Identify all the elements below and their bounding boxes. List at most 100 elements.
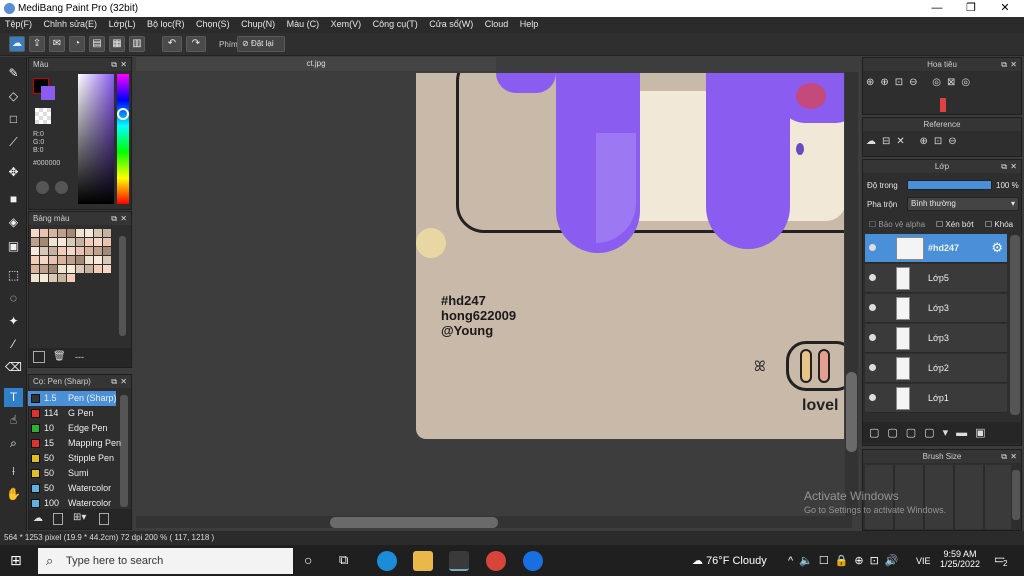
layer-row[interactable]: Lớp3 xyxy=(865,294,1007,323)
layers-scrollbar[interactable] xyxy=(1010,235,1020,415)
palette-swatch[interactable] xyxy=(31,274,39,282)
system-tray-icons[interactable]: ^🔈☐🔒⊕⊡🔊 xyxy=(788,554,905,567)
visibility-icon[interactable] xyxy=(869,244,876,251)
hue-handle[interactable] xyxy=(117,108,129,120)
layers-footer-tools[interactable]: ▢▢▢▢▾▬▣ xyxy=(863,422,1021,444)
horizontal-scrollbar[interactable] xyxy=(330,517,498,528)
palette-swatch[interactable] xyxy=(94,265,102,273)
palette-swatch[interactable] xyxy=(31,229,39,237)
palette-swatch[interactable] xyxy=(31,265,39,273)
gear-icon[interactable]: ⚙ xyxy=(991,240,1003,256)
brush-list-item[interactable]: 50 Stipple Pen xyxy=(28,451,116,466)
visibility-icon[interactable] xyxy=(869,394,876,401)
navigator-tools[interactable]: ⊕⊕⊡⊖ ◎⊠◎ xyxy=(866,77,1020,95)
protect-alpha-checkbox[interactable]: ☐ Bảo vệ alpha xyxy=(869,220,925,229)
palette-swatch[interactable] xyxy=(40,274,48,282)
move-tool-icon[interactable]: ✥ xyxy=(4,163,23,182)
undo-icon[interactable]: ↶ xyxy=(162,36,182,52)
palette-swatch[interactable] xyxy=(58,238,66,246)
palette-swatch[interactable] xyxy=(40,247,48,255)
minimize-button[interactable]: — xyxy=(920,0,954,17)
color-wheel-icon[interactable] xyxy=(36,181,49,194)
palette-swatch[interactable] xyxy=(67,256,75,264)
select-eraser-tool-icon[interactable]: ⌫ xyxy=(4,358,23,377)
chrome-icon[interactable] xyxy=(486,551,506,571)
menu-help[interactable]: Help xyxy=(515,17,543,29)
medibang-taskbar-icon[interactable] xyxy=(449,551,469,571)
bubble-icon[interactable]: ◔ xyxy=(69,36,85,52)
popout-icon[interactable]: ⧉ xyxy=(1001,450,1007,463)
eyedropper-tool-icon[interactable]: ⌕ xyxy=(4,434,23,453)
visibility-icon[interactable] xyxy=(869,364,876,371)
popout-icon[interactable]: ⧉ xyxy=(111,212,117,225)
palette-swatch[interactable] xyxy=(67,265,75,273)
brush-list-item[interactable]: 15 Mapping Pen xyxy=(28,436,121,451)
palette-swatch[interactable] xyxy=(40,229,48,237)
color-palette-icon[interactable] xyxy=(55,181,68,194)
brush-list-item[interactable]: 1.5 Pen (Sharp) xyxy=(28,391,117,406)
lasso-tool-icon[interactable]: ◌ xyxy=(4,289,23,308)
menu-window[interactable]: Cửa sổ(W) xyxy=(424,17,477,29)
palette-swatch[interactable] xyxy=(94,247,102,255)
palette-scrollbar[interactable] xyxy=(119,236,126,336)
language-indicator[interactable]: VIE xyxy=(916,556,931,566)
select-pen-tool-icon[interactable]: ⁄ xyxy=(4,335,23,354)
menu-snap[interactable]: Chụp(N) xyxy=(236,17,279,29)
palette-swatch[interactable] xyxy=(49,274,57,282)
palette-swatch[interactable] xyxy=(103,247,111,255)
magic-wand-tool-icon[interactable]: ✦ xyxy=(4,312,23,331)
palette-swatch[interactable] xyxy=(31,238,39,246)
grid-icon[interactable]: ▦ xyxy=(109,36,125,52)
add-brush-icon[interactable]: ⊞▾ xyxy=(73,512,86,523)
navigator-preview[interactable] xyxy=(940,98,946,112)
palette-swatch[interactable] xyxy=(94,238,102,246)
popout-icon[interactable]: ⧉ xyxy=(1001,58,1007,71)
menu-edit[interactable]: Chỉnh sửa(E) xyxy=(39,17,102,29)
palette-swatch[interactable] xyxy=(31,256,39,264)
palette-swatch[interactable] xyxy=(49,238,57,246)
palette-swatch[interactable] xyxy=(49,247,57,255)
palette-swatch[interactable] xyxy=(67,247,75,255)
layer-row[interactable]: Lớp1 xyxy=(865,384,1007,413)
palette-swatch[interactable] xyxy=(103,238,111,246)
palette-swatch[interactable] xyxy=(67,274,75,282)
menu-layer[interactable]: Lớp(L) xyxy=(104,17,140,29)
palette-swatch[interactable] xyxy=(76,265,84,273)
gradient-tool-icon[interactable]: ▣ xyxy=(4,237,23,256)
cortana-icon[interactable]: ○ xyxy=(304,552,312,568)
palette-swatch[interactable] xyxy=(40,238,48,246)
palette-swatch[interactable] xyxy=(49,256,57,264)
palette-swatch[interactable] xyxy=(103,256,111,264)
clock[interactable]: 9:59 AM 1/25/2022 xyxy=(940,549,980,569)
layer-row[interactable]: #hd247 ⚙ xyxy=(865,234,1007,263)
visibility-icon[interactable] xyxy=(869,304,876,311)
menu-tools[interactable]: Công cụ(T) xyxy=(368,17,422,29)
maximize-button[interactable]: ❐ xyxy=(954,0,988,17)
transparent-swatch[interactable] xyxy=(35,108,51,124)
close-icon[interactable]: ✕ xyxy=(1010,450,1017,463)
palette-swatch[interactable] xyxy=(103,229,111,237)
palette-swatch[interactable] xyxy=(103,265,111,273)
clipping-checkbox[interactable]: ☐ Xén bớt xyxy=(936,220,974,229)
cloud-icon[interactable]: ☁ xyxy=(9,36,25,52)
cloud-brush-icon[interactable]: ☁ xyxy=(33,513,43,524)
text-tool-icon[interactable]: T xyxy=(4,388,23,407)
palette-swatch[interactable] xyxy=(58,274,66,282)
document-tab[interactable]: ct.jpg xyxy=(136,57,496,71)
brush-list-item[interactable]: 10 Edge Pen xyxy=(28,421,116,436)
blend-mode-select[interactable]: Bình thường ▾ xyxy=(907,197,1019,211)
bucket-tool-icon[interactable]: ◈ xyxy=(4,213,23,232)
operation-tool-icon[interactable]: ☝ xyxy=(4,411,23,430)
layout-icon[interactable]: ▥ xyxy=(129,36,145,52)
brush-list-item[interactable]: 114 G Pen xyxy=(28,406,116,421)
hue-slider[interactable] xyxy=(117,74,129,204)
weather-widget[interactable]: ☁ 76°F Cloudy xyxy=(692,554,767,567)
new-page-icon[interactable] xyxy=(33,351,45,363)
palette-swatch[interactable] xyxy=(58,256,66,264)
palette-swatch[interactable] xyxy=(94,256,102,264)
palette-swatch[interactable] xyxy=(67,229,75,237)
edge-icon[interactable] xyxy=(377,551,397,571)
brush-list-item[interactable]: 100 Watercolor xyxy=(28,496,116,511)
brush-tool-icon[interactable]: ✎ xyxy=(4,64,23,83)
trash-icon[interactable]: 🗑 xyxy=(53,351,66,362)
